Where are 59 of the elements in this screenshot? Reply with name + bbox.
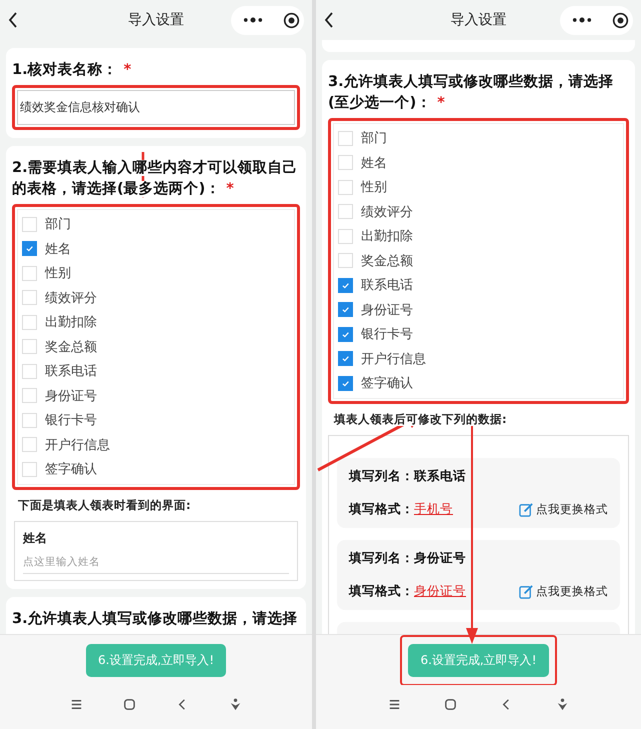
option-label[interactable]: 部门 xyxy=(361,129,387,148)
checkbox[interactable] xyxy=(338,278,353,293)
home-icon[interactable] xyxy=(442,696,458,712)
column-name: 身份证号 xyxy=(414,550,466,566)
option-label[interactable]: 开户行信息 xyxy=(361,350,426,368)
section-note: 下面是填表人领表时看到的界面: xyxy=(18,498,191,512)
column-label: 填写列名： xyxy=(349,550,414,566)
format-label: 填写格式： xyxy=(349,500,414,518)
option-label[interactable]: 性别 xyxy=(45,264,71,282)
capsule-menu[interactable] xyxy=(560,6,633,34)
change-format-link[interactable]: 点我更换格式 xyxy=(536,584,608,598)
format-link[interactable]: 手机号 xyxy=(414,500,453,518)
option-label[interactable]: 签字确认 xyxy=(361,374,413,392)
column-name: 联系电话 xyxy=(414,468,466,484)
home-icon[interactable] xyxy=(122,696,137,712)
option-label[interactable]: 出勤扣除 xyxy=(45,313,97,332)
option-label[interactable]: 姓名 xyxy=(45,240,71,258)
question-heading: 3.允许填表人填写或修改哪些数据，请选择 xyxy=(12,610,299,628)
format-link[interactable]: 身份证号 xyxy=(414,582,466,600)
question-heading: 1.核对表名称： * xyxy=(12,60,132,80)
checkbox[interactable] xyxy=(22,241,37,256)
preview-label: 姓名 xyxy=(23,530,48,546)
change-format-link[interactable]: 点我更换格式 xyxy=(536,502,608,516)
checkbox[interactable] xyxy=(338,351,353,366)
option-label[interactable]: 绩效评分 xyxy=(45,288,97,307)
option-label[interactable]: 开户行信息 xyxy=(45,436,110,454)
option-label[interactable]: 出勤扣除 xyxy=(361,227,413,246)
page-title: 导入设置 xyxy=(127,11,185,29)
capsule-menu[interactable] xyxy=(231,6,304,34)
column-label: 填写列名： xyxy=(349,468,414,484)
question-heading: 3.允许填表人填写或修改哪些数据，请选择(至少选一个)： * xyxy=(328,72,615,113)
option-label[interactable]: 部门 xyxy=(45,215,71,234)
option-label[interactable]: 姓名 xyxy=(361,154,387,172)
back-icon[interactable] xyxy=(8,12,18,28)
edit-icon[interactable] xyxy=(519,502,534,516)
option-label[interactable]: 银行卡号 xyxy=(361,325,413,344)
option-label[interactable]: 联系电话 xyxy=(45,362,97,380)
edit-icon[interactable] xyxy=(519,584,534,598)
checkbox[interactable] xyxy=(338,376,353,391)
option-label[interactable]: 身份证号 xyxy=(45,386,97,405)
option-label[interactable]: 联系电话 xyxy=(361,276,413,294)
more-icon[interactable] xyxy=(572,17,592,23)
page-title: 导入设置 xyxy=(450,11,508,29)
format-label: 填写格式： xyxy=(349,582,414,600)
close-target-icon[interactable] xyxy=(612,12,629,28)
option-label[interactable]: 绩效评分 xyxy=(361,202,413,221)
checkbox[interactable] xyxy=(338,326,353,342)
more-icon[interactable] xyxy=(243,17,263,23)
option-label[interactable]: 身份证号 xyxy=(361,300,413,319)
option-label[interactable]: 签字确认 xyxy=(45,460,97,478)
back-icon[interactable] xyxy=(324,12,334,28)
close-target-icon[interactable] xyxy=(283,12,300,28)
option-label[interactable]: 银行卡号 xyxy=(45,411,97,430)
option-label[interactable]: 奖金总额 xyxy=(361,252,413,270)
name-input-field[interactable]: 绩效奖金信息核对确认 xyxy=(17,90,295,125)
section-note: 填表人领表后可修改下列的数据: xyxy=(334,412,507,426)
option-label[interactable]: 性别 xyxy=(361,178,387,196)
checkbox[interactable] xyxy=(338,302,353,318)
option-label[interactable]: 奖金总额 xyxy=(45,338,97,356)
